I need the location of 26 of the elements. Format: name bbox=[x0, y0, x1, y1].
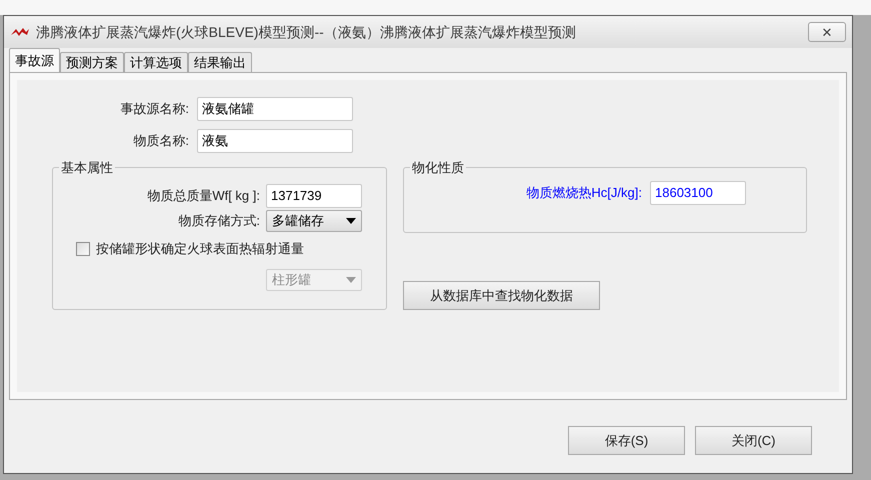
caret-icon bbox=[346, 218, 356, 224]
input-field[interactable]: 18603100 bbox=[650, 181, 746, 205]
tab[interactable]: 预测方案 bbox=[60, 52, 124, 72]
tab[interactable]: 计算选项 bbox=[124, 52, 188, 72]
checkbox-label: 按储罐形状确定火球表面热辐射通量 bbox=[96, 240, 304, 258]
lookup-button[interactable]: 从数据库中查找物化数据 bbox=[403, 281, 600, 310]
window-title: 沸腾液体扩展蒸汽爆炸(火球BLEVE)模型预测--（液氨）沸腾液体扩展蒸汽爆炸模型预测 bbox=[36, 22, 576, 42]
field-label: 物质存储方式: bbox=[177, 212, 261, 230]
input-field[interactable]: 液氨储罐 bbox=[197, 97, 353, 121]
dropdown-value: 多罐储存 bbox=[272, 212, 324, 230]
field-label: 物质燃烧热Hc[J/kg]: bbox=[525, 184, 643, 202]
dropdown-value: 柱形罐 bbox=[272, 270, 311, 289]
dropdown[interactable]: 多罐储存 bbox=[266, 210, 362, 232]
app-logo-icon bbox=[10, 27, 30, 37]
dialog-button[interactable]: 保存(S) bbox=[568, 426, 685, 455]
input-field[interactable]: 液氨 bbox=[197, 129, 353, 153]
tab[interactable]: 结果输出 bbox=[188, 52, 252, 72]
field-label: 事故源名称: bbox=[119, 100, 190, 118]
field-label: 物质总质量Wf[ kg ]: bbox=[146, 187, 261, 206]
checkbox[interactable] bbox=[76, 242, 90, 256]
tab[interactable]: 事故源 bbox=[9, 48, 60, 72]
field-label: 物质名称: bbox=[132, 132, 190, 150]
dialog-button[interactable]: 关闭(C) bbox=[695, 426, 812, 455]
input-field[interactable]: 1371739 bbox=[266, 184, 362, 208]
close-button[interactable]: ✕ bbox=[808, 22, 846, 42]
caret-icon bbox=[346, 276, 356, 282]
